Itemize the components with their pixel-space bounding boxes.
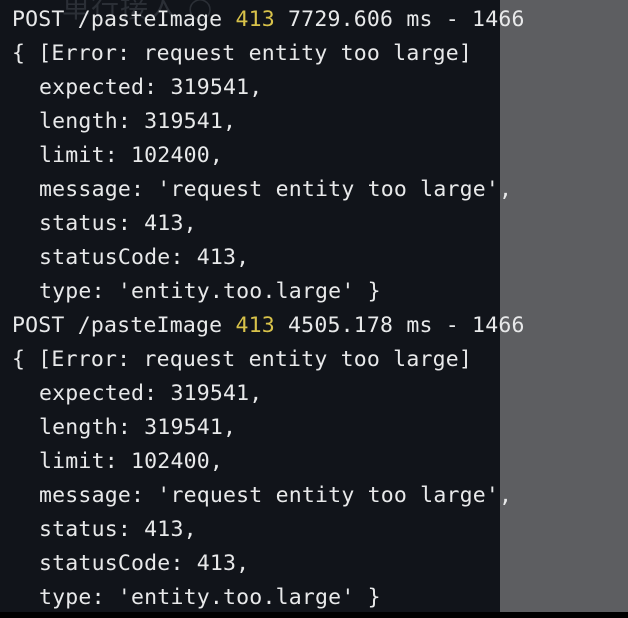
error-limit-line: limit: 102400,: [39, 449, 224, 474]
request-line: POST /pasteImage 413 7729.606 ms - 1466: [12, 4, 525, 36]
error-status-line: status: 413,: [39, 211, 197, 236]
http-status-code: 413: [235, 313, 275, 338]
error-status-code-line: statusCode: 413,: [39, 551, 250, 576]
error-header-line: { [Error: request entity too large]: [12, 347, 473, 372]
error-limit-line: limit: 102400,: [39, 143, 224, 168]
error-type-line: type: 'entity.too.large' }: [39, 279, 381, 304]
error-status-code-line: statusCode: 413,: [39, 245, 250, 270]
terminal-screenshot: 单行接入 ○ POST /pasteImage 413 7729.606 ms …: [0, 0, 628, 618]
bottom-border: [0, 612, 628, 618]
request-timing: 7729.606 ms - 1466: [274, 7, 525, 32]
error-expected-line: expected: 319541,: [39, 75, 263, 100]
request-line: POST /pasteImage 413 4505.178 ms - 1466: [12, 310, 525, 342]
http-status-code: 413: [235, 7, 275, 32]
error-type-line: type: 'entity.too.large' }: [39, 585, 381, 610]
error-message-line: message: 'request entity too large',: [39, 177, 513, 202]
request-method-path: POST /pasteImage: [12, 7, 236, 32]
error-header-line: { [Error: request entity too large]: [12, 41, 473, 66]
error-message-line: message: 'request entity too large',: [39, 483, 513, 508]
error-expected-line: expected: 319541,: [39, 381, 263, 406]
request-method-path: POST /pasteImage: [12, 313, 236, 338]
error-length-line: length: 319541,: [39, 109, 237, 134]
request-timing: 4505.178 ms - 1466: [274, 313, 525, 338]
error-length-line: length: 319541,: [39, 415, 237, 440]
terminal-log-output: POST /pasteImage 413 7729.606 ms - 1466 …: [0, 0, 628, 618]
error-status-line: status: 413,: [39, 517, 197, 542]
